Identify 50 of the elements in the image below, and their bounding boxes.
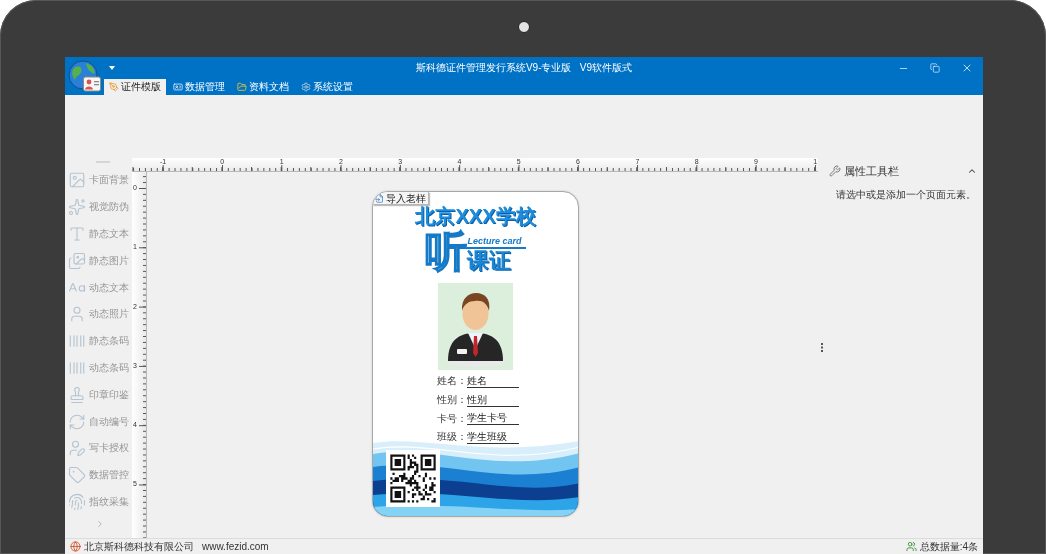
- people-icon: [905, 541, 917, 552]
- pen-icon: [109, 82, 119, 92]
- field-value: 姓名: [467, 374, 519, 388]
- panel-title: 属性工具栏: [844, 164, 900, 178]
- window-title: 斯科德证件管理发行系统V9-专业版 V9软件版式: [415, 62, 633, 74]
- restore-icon: [930, 63, 940, 73]
- qr-code-icon: [386, 449, 440, 507]
- logo-text: 课证: [467, 249, 512, 273]
- person-icon: [68, 305, 86, 324]
- close-icon: [961, 62, 973, 74]
- field-value: 性别: [467, 393, 519, 407]
- website-text: www.fezid.com: [202, 540, 269, 553]
- field-value: 学生班级: [467, 430, 519, 444]
- stamp-icon: [68, 385, 86, 404]
- panel-hint: 请选中或是添加一个页面元素。: [836, 189, 977, 201]
- field-label: 性别：: [437, 394, 467, 407]
- tag-icon: [68, 466, 86, 485]
- person-silhouette-icon: [438, 283, 513, 370]
- ribbon-tab[interactable]: 资料文档: [232, 79, 294, 95]
- field-label: 卡号：: [437, 412, 467, 425]
- image-icon: [68, 171, 86, 190]
- globe-logo-icon[interactable]: [68, 60, 101, 93]
- ribbon-tab[interactable]: 证件模版: [104, 79, 166, 95]
- wrench-icon: [829, 165, 841, 177]
- gear-icon: [301, 82, 311, 92]
- ribbon-tab[interactable]: 数据管理: [168, 79, 230, 95]
- field-label: 姓名：: [437, 375, 467, 388]
- images-icon: [68, 251, 86, 270]
- dropdown-arrow-icon[interactable]: [109, 66, 115, 70]
- camera-icon: [518, 21, 530, 33]
- folder-icon: [237, 82, 247, 92]
- data-count: 总数据量:4条: [919, 540, 978, 553]
- logo-subtitle: Lecture card: [467, 236, 526, 249]
- person-pen-icon: [68, 439, 86, 458]
- fingerprint-icon: [68, 492, 86, 511]
- field-value: 学生卡号: [467, 412, 519, 426]
- field-label: 班级：: [437, 431, 467, 444]
- grip-icon[interactable]: [820, 343, 823, 352]
- company-name: 北京斯科德科技有限公司: [84, 540, 194, 553]
- import-button[interactable]: 导入老样: [373, 192, 429, 205]
- caret-up-icon[interactable]: [967, 166, 977, 176]
- text-icon: [68, 225, 86, 243]
- globe-icon: [70, 541, 81, 552]
- refresh-icon: [68, 412, 86, 431]
- id-card-icon: [173, 82, 183, 92]
- ribbon-tab[interactable]: 系统设置: [296, 79, 358, 95]
- logo-character: 听: [425, 230, 468, 274]
- sparkle-icon: [68, 198, 86, 217]
- file-import-icon: [375, 193, 384, 203]
- school-name: 北京XXX学校: [415, 205, 536, 227]
